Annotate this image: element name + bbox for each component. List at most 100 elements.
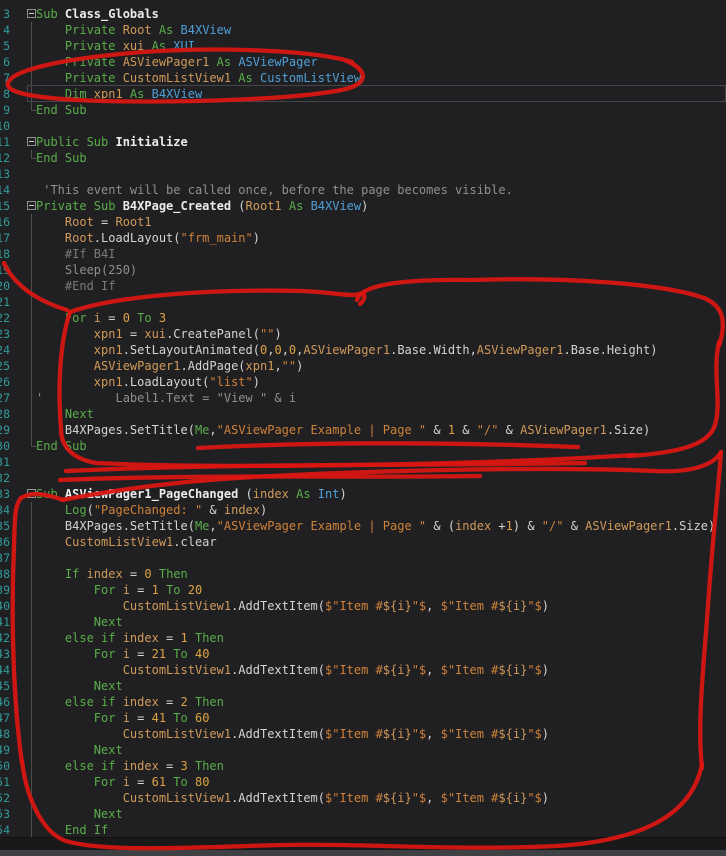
fold-guide — [10, 310, 36, 326]
code-line[interactable]: 20 #End If — [0, 278, 726, 294]
code-line[interactable]: 42 else if index = 1 Then — [0, 630, 726, 646]
code-line[interactable]: 16 Root = Root1 — [0, 214, 726, 230]
code-line[interactable]: 40 CustomListView1.AddTextItem($"Item #$… — [0, 598, 726, 614]
line-number: 19 — [0, 263, 10, 277]
code-line[interactable]: 23 xpn1 = xui.CreatePanel("") — [0, 326, 726, 342]
line-number: 54 — [0, 823, 10, 837]
code-line[interactable]: 28 Next — [0, 406, 726, 422]
code-line[interactable]: 50 else if index = 3 Then — [0, 758, 726, 774]
fold-guide — [10, 294, 36, 310]
code-line[interactable]: 34 Log("PageChanged: " & index) — [0, 502, 726, 518]
code-line[interactable]: 52 CustomListView1.AddTextItem($"Item #$… — [0, 790, 726, 806]
code-line[interactable]: 4 Private Root As B4XView — [0, 22, 726, 38]
code-line[interactable]: 39 For i = 1 To 20 — [0, 582, 726, 598]
code-line[interactable]: 49 Next — [0, 742, 726, 758]
fold-guide — [10, 646, 36, 662]
line-number: 45 — [0, 679, 10, 693]
code-line[interactable]: 30 End Sub — [0, 438, 726, 454]
code-text: CustomListView1.AddTextItem($"Item #${i}… — [36, 727, 549, 741]
code-line[interactable]: 54 End If — [0, 822, 726, 838]
line-number: 44 — [0, 663, 10, 677]
code-line[interactable]: 24 xpn1.SetLayoutAnimated(0,0,0,ASViewPa… — [0, 342, 726, 358]
fold-guide — [10, 614, 36, 630]
code-line[interactable]: 21 — [0, 294, 726, 310]
fold-minus-box-icon[interactable] — [27, 137, 36, 146]
line-number: 25 — [0, 359, 10, 373]
code-text: Next — [36, 807, 123, 821]
fold-toggle-icon[interactable] — [10, 486, 36, 502]
code-text: Private ASViewPager1 As ASViewPager — [36, 55, 318, 69]
code-line[interactable]: 48 CustomListView1.AddTextItem($"Item #$… — [0, 726, 726, 742]
line-number: 17 — [0, 231, 10, 245]
code-line[interactable]: 25 ASViewPager1.AddPage(xpn1,"") — [0, 358, 726, 374]
code-line[interactable]: 6 Private ASViewPager1 As ASViewPager — [0, 54, 726, 70]
code-line[interactable]: 53 Next — [0, 806, 726, 822]
code-line[interactable]: 46 else if index = 2 Then — [0, 694, 726, 710]
code-line[interactable]: 11 Public Sub Initialize — [0, 134, 726, 150]
code-line[interactable]: 27 ' Label1.Text = "View " & i — [0, 390, 726, 406]
code-line[interactable]: 51 For i = 61 To 80 — [0, 774, 726, 790]
code-line[interactable]: 5 Private xui As XUI — [0, 38, 726, 54]
code-line[interactable]: 17 Root.LoadLayout("frm_main") — [0, 230, 726, 246]
line-number: 8 — [3, 87, 10, 101]
code-line[interactable]: 33 Sub ASViewPager1_PageChanged (index As… — [0, 486, 726, 502]
code-text: End If — [36, 823, 109, 837]
fold-minus-box-icon[interactable] — [27, 201, 36, 210]
code-line[interactable]: 18 #If B4I — [0, 246, 726, 262]
code-line[interactable]: 12 End Sub — [0, 150, 726, 166]
code-line[interactable]: 10 — [0, 118, 726, 134]
code-line[interactable]: 13 — [0, 166, 726, 182]
fold-guide — [10, 758, 36, 774]
code-text: Dim xpn1 As B4XView — [36, 87, 203, 101]
code-line[interactable]: 43 For i = 21 To 40 — [0, 646, 726, 662]
fold-minus-box-icon[interactable] — [27, 489, 36, 498]
fold-guide — [10, 822, 36, 838]
code-text: Private CustomListView1 As CustomListVie… — [36, 71, 362, 85]
code-line[interactable]: 8 Dim xpn1 As B4XView — [0, 85, 726, 102]
code-line[interactable]: 22 For i = 0 To 3 — [0, 310, 726, 326]
line-number: 9 — [3, 103, 10, 117]
code-line[interactable]: 9 End Sub — [0, 102, 726, 118]
code-line[interactable]: 31 — [0, 454, 726, 470]
fold-guide — [10, 182, 36, 198]
fold-guide — [10, 214, 36, 230]
code-line[interactable]: 36 CustomListView1.clear — [0, 534, 726, 550]
code-line[interactable]: 7 Private CustomListView1 As CustomListV… — [0, 70, 726, 86]
horizontal-scrollbar-thumb[interactable] — [0, 850, 726, 856]
code-line[interactable]: 47 For i = 41 To 60 — [0, 710, 726, 726]
fold-toggle-icon[interactable] — [10, 198, 36, 214]
code-line[interactable]: 41 Next — [0, 614, 726, 630]
code-line[interactable]: 45 Next — [0, 678, 726, 694]
line-number: 47 — [0, 711, 10, 725]
fold-guide — [10, 102, 37, 118]
code-line[interactable]: 35 B4XPages.SetTitle(Me,"ASViewPager Exa… — [0, 518, 726, 534]
code-editor[interactable]: 3 Sub Class_Globals 4 Private Root As B4XV… — [0, 0, 726, 838]
line-number: 41 — [0, 615, 10, 629]
code-line[interactable]: 29 B4XPages.SetTitle(Me,"ASViewPager Exa… — [0, 422, 726, 438]
code-line[interactable]: 44 CustomListView1.AddTextItem($"Item #$… — [0, 662, 726, 678]
fold-guide — [10, 534, 36, 550]
code-line[interactable]: 14 'This event will be called once, befo… — [0, 182, 726, 198]
fold-guide — [10, 230, 36, 246]
line-number: 35 — [0, 519, 10, 533]
fold-guide — [10, 438, 37, 454]
code-line[interactable]: 26 xpn1.LoadLayout("list") — [0, 374, 726, 390]
line-number: 26 — [0, 375, 10, 389]
code-line[interactable]: 37 — [0, 550, 726, 566]
code-line[interactable]: 19 Sleep(250) — [0, 262, 726, 278]
code-text: #End If — [36, 279, 116, 293]
fold-guide — [10, 790, 36, 806]
code-line[interactable]: 15 Private Sub B4XPage_Created (Root1 As … — [0, 198, 726, 214]
fold-toggle-icon[interactable] — [10, 134, 36, 150]
code-line[interactable]: 32 — [0, 470, 726, 486]
line-number: 34 — [0, 503, 10, 517]
code-text: Private Sub B4XPage_Created (Root1 As B4… — [36, 199, 369, 213]
fold-minus-box-icon[interactable] — [27, 9, 36, 18]
line-number: 48 — [0, 727, 10, 741]
fold-toggle-icon[interactable] — [10, 6, 36, 22]
code-line[interactable]: 3 Sub Class_Globals — [0, 6, 726, 22]
code-line[interactable]: 38 If index = 0 Then — [0, 566, 726, 582]
line-number: 49 — [0, 743, 10, 757]
